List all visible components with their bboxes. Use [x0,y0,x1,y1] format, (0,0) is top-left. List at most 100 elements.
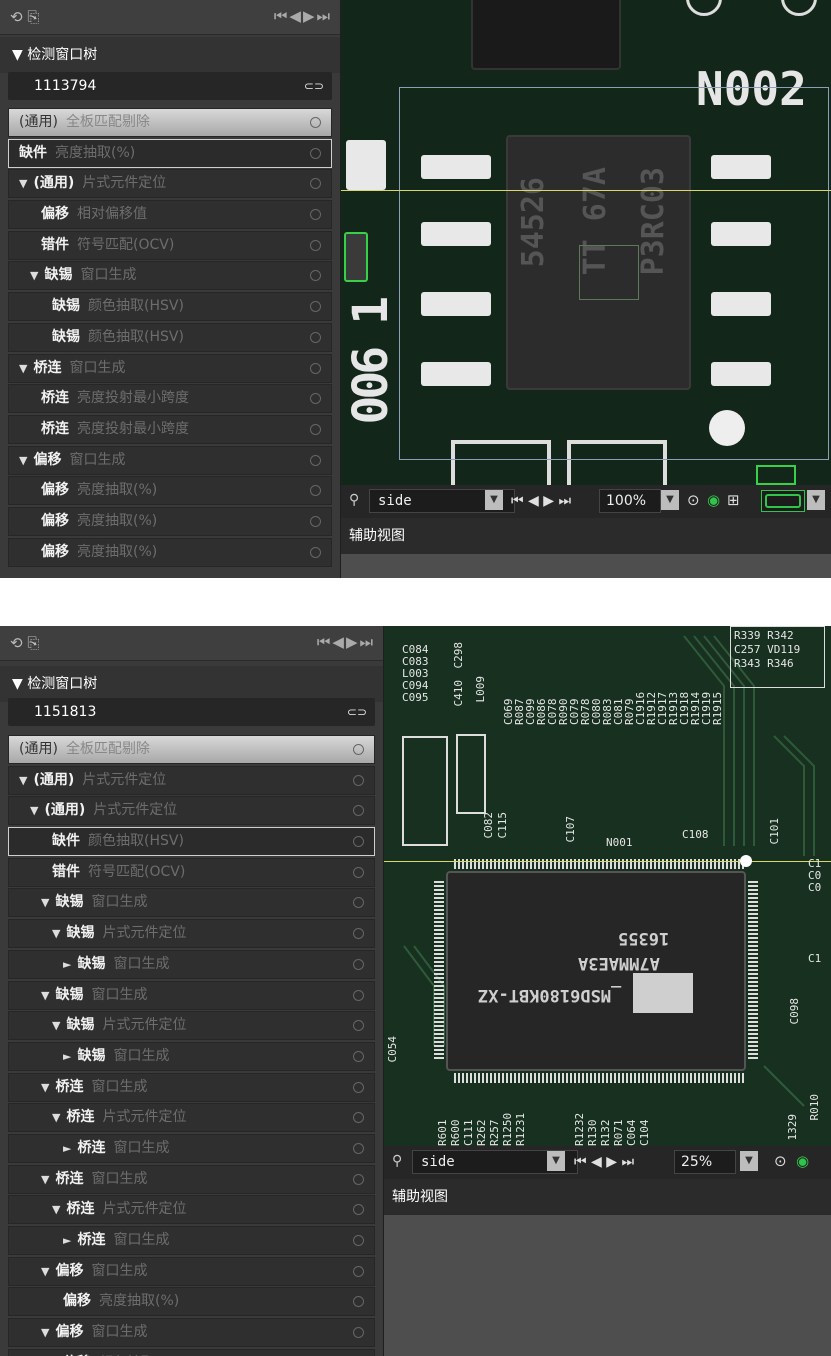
tree-row[interactable]: ▼ 桥连 窗口生成 [8,353,332,383]
tree-row[interactable]: 偏移 亮度抽取(%) [8,476,332,506]
eye-icon[interactable]: ◉ [796,1152,809,1170]
status-circle-icon[interactable] [353,1173,364,1185]
prev-icon[interactable]: ◀ [289,6,301,26]
collapse-arrow-icon[interactable]: ▼ [30,269,38,282]
status-circle-icon[interactable] [310,362,321,374]
tree-row[interactable]: 桥连 亮度投射最小跨度 [8,384,332,414]
tree-row[interactable]: ► 缺锡 窗口生成 [8,949,375,979]
status-circle-icon[interactable] [353,1296,364,1308]
status-circle-icon[interactable] [353,744,364,755]
status-circle-icon[interactable] [310,485,321,497]
collapse-arrow-icon[interactable]: ▼ [41,1265,49,1278]
grid-icon[interactable]: ⊞ [727,491,740,509]
collapse-arrow-icon[interactable]: ▼ [19,362,27,375]
collapse-arrow-icon[interactable]: ▼ [19,454,27,467]
tree-row[interactable]: 偏移 亮度抽取(%) [8,537,332,567]
tree-row[interactable]: (通用) 全板匹配剔除 [8,108,332,137]
last-icon[interactable]: ⏭ [359,632,373,652]
tree-row[interactable]: ▼ 缺锡 窗口生成 [8,261,332,291]
tree-row[interactable]: ▼ 桥连 窗口生成 [8,1072,375,1102]
status-circle-icon[interactable] [310,301,321,313]
status-circle-icon[interactable] [353,989,364,1001]
pcb-image-view[interactable]: N002 54526 TT 67A P3RC03 006 1 [341,0,831,485]
tree-row[interactable]: ► 缺锡 窗口生成 [8,1041,375,1071]
status-circle-icon[interactable] [310,270,321,282]
chevron-down-icon[interactable]: ▼ [807,490,825,510]
status-circle-icon[interactable] [310,393,321,405]
status-circle-icon[interactable] [353,774,364,786]
collapse-arrow-icon[interactable]: ▼ [41,896,49,909]
collapse-arrow-icon[interactable]: ▼ [41,1081,49,1094]
tree-row[interactable]: ▼ 偏移 窗口生成 [8,445,332,475]
expand-arrow-icon[interactable]: ► [63,1234,71,1247]
zoom-select[interactable]: 100% [599,489,661,513]
link-icon[interactable]: ⊂⊃ [347,698,367,726]
tree-row[interactable]: ▼ 偏移 窗口生成 [8,1256,375,1286]
status-circle-icon[interactable] [310,331,321,343]
collapse-arrow-icon[interactable]: ▼ [41,1326,49,1339]
status-circle-icon[interactable] [310,515,321,527]
tree-row[interactable]: 偏移 相对偏移值 [8,200,332,230]
expand-arrow-icon[interactable]: ► [63,1050,71,1063]
refresh-copy-icons[interactable]: ⟲ ⎘ [10,634,39,652]
status-circle-icon[interactable] [353,928,364,940]
tree-row[interactable]: 偏移 亮度抽取(%) [8,506,332,536]
status-circle-icon[interactable] [353,805,364,817]
eye-icon[interactable]: ◉ [707,491,720,509]
chevron-down-icon[interactable]: ▼ [661,490,679,510]
tree-row[interactable]: ▼ 偏移 窗口生成 [8,1318,375,1348]
tree-row[interactable]: ▼ 缺锡 窗口生成 [8,980,375,1010]
tree-row[interactable]: 缺锡 颜色抽取(HSV) [8,292,332,322]
tree-row[interactable]: 缺件 颜色抽取(HSV) [8,827,375,857]
status-circle-icon[interactable] [310,239,321,251]
collapse-arrow-icon[interactable]: ▼ [52,1019,60,1032]
status-circle-icon[interactable] [310,147,321,159]
board-id-field[interactable]: 1113794 ⊂⊃ [8,72,332,100]
zoom-select[interactable]: 25% [674,1150,736,1174]
status-circle-icon[interactable] [353,1265,364,1277]
refresh-copy-icons[interactable]: ⟲ ⎘ [10,8,39,26]
status-circle-icon[interactable] [353,1112,364,1124]
tree-row[interactable]: ▼ (通用) 片式元件定位 [8,169,332,199]
pcb-image-view[interactable]: 16355 A7MMAE3A _MSD6180KBT-XZ C084 C083 … [384,626,831,1146]
status-circle-icon[interactable] [353,836,364,848]
status-circle-icon[interactable] [353,866,364,878]
tree-row[interactable]: 错件 符号匹配(OCV) [8,230,332,260]
expand-arrow-icon[interactable]: ► [63,1142,71,1155]
link-icon[interactable]: ⊂⊃ [304,72,324,100]
collapse-arrow-icon[interactable]: ▼ [41,989,49,1002]
tree-row[interactable]: ▼ 桥连 窗口生成 [8,1164,375,1194]
tree-row[interactable]: ▼ 桥连 片式元件定位 [8,1103,375,1133]
prev-icon[interactable]: ◀ [332,632,344,652]
tree-row[interactable]: 错件 符号匹配(OCV) [8,857,375,887]
status-circle-icon[interactable] [353,958,364,970]
tree-row[interactable]: 缺锡 颜色抽取(HSV) [8,322,332,352]
status-circle-icon[interactable] [310,178,321,190]
status-circle-icon[interactable] [353,897,364,909]
frame-color-select[interactable] [761,490,805,512]
collapse-arrow-icon[interactable]: ▼ [52,1111,60,1124]
status-circle-icon[interactable] [353,1327,364,1339]
light-icon[interactable]: ⚲ [392,1153,402,1169]
target-icon[interactable]: ⊙ [687,491,700,509]
tree-row[interactable]: ▼ 缺锡 片式元件定位 [8,1011,375,1041]
status-circle-icon[interactable] [310,546,321,558]
tree-row[interactable]: (通用) 全板匹配剔除 [8,735,375,764]
tree-row[interactable]: ▼ 缺锡 片式元件定位 [8,919,375,949]
tree-row[interactable]: ▼ (通用) 片式元件定位 [8,796,375,826]
tree-row[interactable]: 偏移颜色抽取(HSV) [8,1348,375,1356]
status-circle-icon[interactable] [310,423,321,435]
tree-row[interactable]: 桥连 亮度投射最小跨度 [8,414,332,444]
status-circle-icon[interactable] [353,1050,364,1062]
tree-row[interactable]: ▼ 缺锡 窗口生成 [8,888,375,918]
tree-row[interactable]: ▼ (通用) 片式元件定位 [8,765,375,795]
collapse-arrow-icon[interactable]: ▼ [19,177,27,190]
status-circle-icon[interactable] [310,209,321,221]
tree-row[interactable]: ► 桥连 窗口生成 [8,1133,375,1163]
status-circle-icon[interactable] [353,1020,364,1032]
expand-arrow-icon[interactable]: ► [63,958,71,971]
first-icon[interactable]: ⏮ [274,6,288,26]
tree-header[interactable]: ▼ 检测窗口树 [0,37,340,73]
status-circle-icon[interactable] [353,1204,364,1216]
light-icon[interactable]: ⚲ [349,492,359,508]
